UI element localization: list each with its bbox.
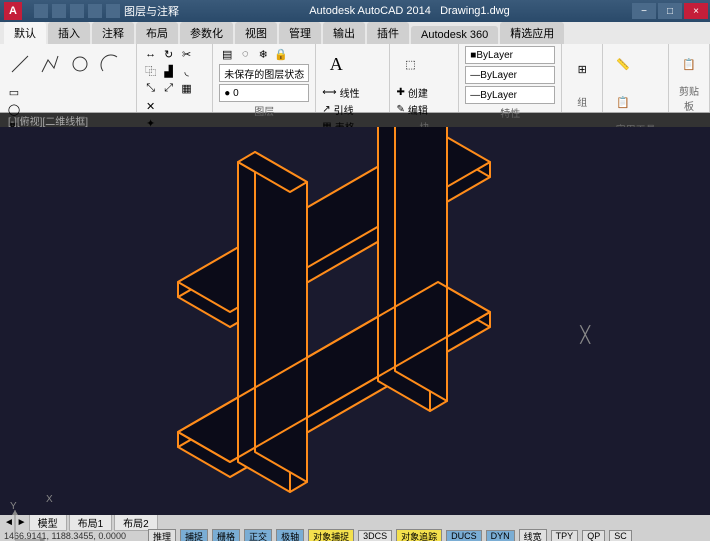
rotate-icon[interactable]: ↻	[161, 46, 177, 62]
lineweight-combo[interactable]: — ByLayer	[465, 66, 555, 84]
crosshair-cursor-icon: ╳	[580, 325, 590, 345]
qat-redo-icon[interactable]	[106, 4, 120, 18]
title-bar: A 图层与注释 Autodesk AutoCAD 2014 Drawing1.d…	[0, 0, 710, 22]
panel-clipboard: 📋 剪贴板	[669, 44, 710, 112]
app-menu-icon[interactable]: A	[4, 2, 22, 20]
sb-lwt[interactable]: 线宽	[519, 529, 547, 541]
tab-manage[interactable]: 管理	[279, 22, 321, 44]
window-controls: − □ ×	[632, 3, 708, 19]
panel-annotation: A ⟷线性 ↗引线 ▦表格 注释	[316, 44, 390, 112]
paste-special-button[interactable]: 📋	[609, 84, 637, 120]
sb-sc[interactable]: SC	[609, 530, 632, 541]
create-block-icon[interactable]: ✚	[396, 87, 404, 98]
tab-insert[interactable]: 插入	[48, 22, 90, 44]
trim-icon[interactable]: ✂	[179, 46, 195, 62]
sb-tpy[interactable]: TPY	[551, 530, 579, 541]
sb-infer[interactable]: 推理	[148, 529, 176, 541]
tab-parametric[interactable]: 参数化	[180, 22, 233, 44]
drawing-content	[0, 127, 710, 515]
layer-state-combo[interactable]: 未保存的图层状态	[219, 64, 309, 82]
drawing-canvas[interactable]: ╳ Y X	[0, 127, 710, 515]
tab-default[interactable]: 默认	[4, 22, 46, 44]
viewport-label[interactable]: [-][俯视][二维线框]	[8, 113, 88, 128]
maximize-button[interactable]: □	[658, 3, 682, 19]
panel-draw: ▭ ◯ ▦ 绘图	[0, 44, 137, 112]
tab-layout[interactable]: 布局	[136, 22, 178, 44]
tab-view[interactable]: 视图	[235, 22, 277, 44]
tab-annotate[interactable]: 注释	[92, 22, 134, 44]
layer-off-icon[interactable]: ◌	[237, 46, 253, 62]
tab-output[interactable]: 输出	[323, 22, 365, 44]
sb-ducs[interactable]: DUCS	[446, 530, 482, 541]
panel-utilities: 📏 📋 实用工具	[603, 44, 669, 112]
text-button[interactable]: A	[322, 46, 350, 82]
rectangle-icon[interactable]: ▭	[6, 84, 22, 100]
arc-button[interactable]	[96, 46, 124, 82]
fillet-icon[interactable]: ◟	[179, 63, 195, 79]
polyline-button[interactable]	[36, 46, 64, 82]
layer-props-icon[interactable]: ▤	[219, 46, 235, 62]
panel-layers-label: 图层	[219, 102, 309, 119]
move-icon[interactable]: ↔	[143, 46, 159, 62]
insert-block-button[interactable]: ⬚	[396, 46, 424, 82]
measure-button[interactable]: 📏	[609, 46, 637, 82]
panel-groups: ⊞ 组	[562, 44, 603, 112]
circle-button[interactable]	[66, 46, 94, 82]
layer-combo[interactable]: ● 0	[219, 84, 309, 102]
tab-layout1[interactable]: 布局1	[69, 514, 113, 531]
layout-tab-strip: ◄ ► 模型 布局1 布局2	[0, 515, 710, 530]
line-button[interactable]	[6, 46, 34, 82]
array-icon[interactable]: ▦	[179, 80, 195, 96]
paste-button[interactable]: 📋	[675, 46, 703, 82]
stretch-icon[interactable]: ⤡	[143, 80, 159, 96]
sb-qp[interactable]: QP	[582, 530, 605, 541]
linetype-combo[interactable]: — ByLayer	[465, 86, 555, 104]
copy-icon[interactable]: ⿻	[143, 63, 159, 79]
status-bar: 1466.9141, 1188.3455, 0.0000 推理 捕捉 栅格 正交…	[0, 530, 710, 541]
quick-access-toolbar: 图层与注释	[26, 3, 187, 19]
panel-layers: ▤ ◌ ❄ 🔒 未保存的图层状态 ● 0 图层	[213, 44, 316, 112]
layer-lock-icon[interactable]: 🔒	[273, 46, 289, 62]
tab-a360[interactable]: Autodesk 360	[411, 26, 498, 44]
ribbon: ▭ ◯ ▦ 绘图 ↔⿻⤡ ↻▟⤢ ✂◟▦ ✕✦⊏ 修改 ▤ ◌ ❄ 🔒 未保存的…	[0, 44, 710, 113]
color-combo[interactable]: ■ ByLayer	[465, 46, 555, 64]
panel-clip-label: 剪贴板	[675, 82, 703, 114]
sb-grid[interactable]: 栅格	[212, 529, 240, 541]
scale-icon[interactable]: ⤢	[161, 80, 177, 96]
panel-properties: ■ ByLayer — ByLayer — ByLayer 特性	[459, 44, 562, 112]
linear-dim-icon[interactable]: ⟷	[322, 87, 336, 98]
sb-snap[interactable]: 捕捉	[180, 529, 208, 541]
panel-block: ⬚ ✚创建 ✎编辑 块	[390, 44, 459, 112]
panel-group-label: 组	[568, 93, 596, 110]
qat-undo-icon[interactable]	[88, 4, 102, 18]
panel-prop-label: 特性	[465, 104, 555, 121]
window-title: Autodesk AutoCAD 2014 Drawing1.dwg	[187, 5, 632, 17]
layer-freeze-icon[interactable]: ❄	[255, 46, 271, 62]
qat-save-icon[interactable]	[70, 4, 84, 18]
sb-otrack[interactable]: 对象追踪	[396, 529, 442, 541]
sb-3dosnap[interactable]: 3DCS	[358, 530, 392, 541]
close-button[interactable]: ×	[684, 3, 708, 19]
erase-icon[interactable]: ✕	[143, 98, 159, 114]
tab-plugins[interactable]: 插件	[367, 22, 409, 44]
edit-block-icon[interactable]: ✎	[396, 104, 404, 115]
group-button[interactable]: ⊞	[568, 52, 596, 88]
tab-featured[interactable]: 精选应用	[500, 22, 564, 44]
minimize-button[interactable]: −	[632, 3, 656, 19]
sb-osnap[interactable]: 对象捕捉	[308, 529, 354, 541]
sb-polar[interactable]: 极轴	[276, 529, 304, 541]
ribbon-tab-strip: 默认 插入 注释 布局 参数化 视图 管理 输出 插件 Autodesk 360…	[0, 22, 710, 44]
qat-open-icon[interactable]	[52, 4, 66, 18]
qat-doc-label: 图层与注释	[124, 3, 179, 19]
panel-modify: ↔⿻⤡ ↻▟⤢ ✂◟▦ ✕✦⊏ 修改	[137, 44, 214, 112]
qat-new-icon[interactable]	[34, 4, 48, 18]
mirror-icon[interactable]: ▟	[161, 63, 177, 79]
leader-icon[interactable]: ↗	[322, 104, 330, 115]
sb-dyn[interactable]: DYN	[486, 530, 515, 541]
sb-ortho[interactable]: 正交	[244, 529, 272, 541]
